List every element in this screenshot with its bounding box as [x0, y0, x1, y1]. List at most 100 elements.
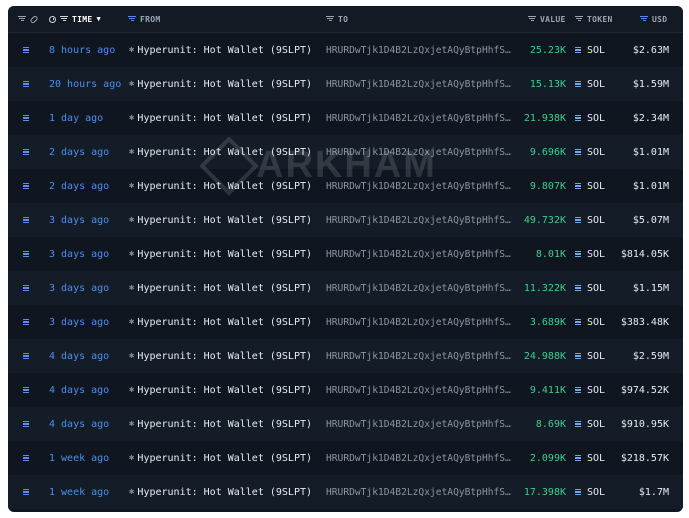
to-address[interactable]: HRURDwTjk1D4B2LzQxjetAQyBtpHhfS… — [326, 373, 511, 407]
table-row[interactable]: 1 week ago ✱ Hyperunit: Hot Wallet (9SLPT)… — [8, 475, 683, 509]
filter-icon[interactable] — [128, 16, 136, 22]
tx-time-link[interactable]: 4 days ago — [49, 373, 109, 407]
table-row[interactable]: 4 days ago ✱ Hyperunit: Hot Wallet (9SLPT)… — [8, 407, 683, 441]
column-to[interactable]: TO — [326, 6, 348, 32]
token-cell[interactable]: SOL — [575, 305, 605, 339]
tx-details-icon[interactable] — [23, 33, 29, 67]
table-row[interactable]: 3 days ago ✱ Hyperunit: Hot Wallet (9SLPT)… — [8, 305, 683, 339]
table-row[interactable]: 4 days ago ✱ Hyperunit: Hot Wallet (9SLPT)… — [8, 373, 683, 407]
tx-time-link[interactable]: 4 days ago — [49, 407, 109, 441]
table-row[interactable]: 3 days ago ✱ Hyperunit: Hot Wallet (9SLPT)… — [8, 237, 683, 271]
from-entity[interactable]: ✱ Hyperunit: Hot Wallet (9SLPT) — [129, 373, 312, 407]
sol-token-icon — [575, 421, 581, 427]
token-cell[interactable]: SOL — [575, 169, 605, 203]
tx-details-icon[interactable] — [23, 271, 29, 305]
column-from[interactable]: FROM — [128, 6, 160, 32]
from-entity[interactable]: ✱ Hyperunit: Hot Wallet (9SLPT) — [129, 169, 312, 203]
tx-time-link[interactable]: 1 week ago — [49, 475, 109, 509]
to-address[interactable]: HRURDwTjk1D4B2LzQxjetAQyBtpHhfS… — [326, 67, 511, 101]
token-cell[interactable]: SOL — [575, 407, 605, 441]
to-address[interactable]: HRURDwTjk1D4B2LzQxjetAQyBtpHhfS… — [326, 271, 511, 305]
column-usd[interactable]: USD — [640, 6, 667, 32]
tx-details-icon[interactable] — [23, 203, 29, 237]
table-row[interactable]: 1 week ago ✱ Hyperunit: Hot Wallet (9SLPT)… — [8, 441, 683, 475]
chevron-down-icon[interactable]: ▼ — [96, 15, 101, 23]
table-row[interactable]: 2 days ago ✱ Hyperunit: Hot Wallet (9SLPT)… — [8, 135, 683, 169]
tx-details-icon[interactable] — [23, 407, 29, 441]
filter-icon[interactable] — [18, 16, 26, 22]
tx-time-link[interactable]: 3 days ago — [49, 271, 109, 305]
token-cell[interactable]: SOL — [575, 475, 605, 509]
tx-time-link[interactable]: 1 day ago — [49, 101, 103, 135]
table-row[interactable]: 3 days ago ✱ Hyperunit: Hot Wallet (9SLPT)… — [8, 271, 683, 305]
column-value[interactable]: VALUE — [528, 6, 566, 32]
from-entity[interactable]: ✱ Hyperunit: Hot Wallet (9SLPT) — [129, 203, 312, 237]
column-token[interactable]: TOKEN — [575, 6, 613, 32]
tx-details-icon[interactable] — [23, 237, 29, 271]
tx-time-link[interactable]: 2 days ago — [49, 135, 109, 169]
token-cell[interactable]: SOL — [575, 135, 605, 169]
token-cell[interactable]: SOL — [575, 101, 605, 135]
tx-details-icon[interactable] — [23, 305, 29, 339]
from-entity[interactable]: ✱ Hyperunit: Hot Wallet (9SLPT) — [129, 441, 312, 475]
tx-details-icon[interactable] — [23, 169, 29, 203]
to-address[interactable]: HRURDwTjk1D4B2LzQxjetAQyBtpHhfS… — [326, 33, 511, 67]
to-address[interactable]: HRURDwTjk1D4B2LzQxjetAQyBtpHhfS… — [326, 441, 511, 475]
token-cell[interactable]: SOL — [575, 237, 605, 271]
token-cell[interactable]: SOL — [575, 67, 605, 101]
from-entity[interactable]: ✱ Hyperunit: Hot Wallet (9SLPT) — [129, 237, 312, 271]
filter-icon[interactable] — [528, 16, 536, 22]
table-row[interactable]: 2 days ago ✱ Hyperunit: Hot Wallet (9SLPT)… — [8, 169, 683, 203]
tx-time-link[interactable]: 8 hours ago — [49, 33, 115, 67]
tx-details-icon[interactable] — [23, 441, 29, 475]
from-entity[interactable]: ✱ Hyperunit: Hot Wallet (9SLPT) — [129, 339, 312, 373]
tx-time-link[interactable]: 1 week ago — [49, 441, 109, 475]
to-address[interactable]: HRURDwTjk1D4B2LzQxjetAQyBtpHhfS… — [326, 203, 511, 237]
table-row[interactable]: 4 days ago ✱ Hyperunit: Hot Wallet (9SLPT)… — [8, 339, 683, 373]
token-cell[interactable]: SOL — [575, 373, 605, 407]
token-cell[interactable]: SOL — [575, 339, 605, 373]
tx-time-link[interactable]: 3 days ago — [49, 237, 109, 271]
from-entity[interactable]: ✱ Hyperunit: Hot Wallet (9SLPT) — [129, 305, 312, 339]
from-entity[interactable]: ✱ Hyperunit: Hot Wallet (9SLPT) — [129, 101, 312, 135]
token-cell[interactable]: SOL — [575, 33, 605, 67]
to-address[interactable]: HRURDwTjk1D4B2LzQxjetAQyBtpHhfS… — [326, 169, 511, 203]
table-row[interactable]: 20 hours ago ✱ Hyperunit: Hot Wallet (9SLP… — [8, 67, 683, 101]
to-address[interactable]: HRURDwTjk1D4B2LzQxjetAQyBtpHhfS… — [326, 475, 511, 509]
tx-time-link[interactable]: 2 days ago — [49, 169, 109, 203]
from-entity[interactable]: ✱ Hyperunit: Hot Wallet (9SLPT) — [129, 33, 312, 67]
filter-icon[interactable] — [60, 16, 68, 22]
tx-details-icon[interactable] — [23, 67, 29, 101]
from-entity[interactable]: ✱ Hyperunit: Hot Wallet (9SLPT) — [129, 67, 312, 101]
tx-time-link[interactable]: 20 hours ago — [49, 67, 121, 101]
from-entity[interactable]: ✱ Hyperunit: Hot Wallet (9SLPT) — [129, 271, 312, 305]
tx-time-link[interactable]: 3 days ago — [49, 203, 109, 237]
tx-details-icon[interactable] — [23, 101, 29, 135]
from-entity[interactable]: ✱ Hyperunit: Hot Wallet (9SLPT) — [129, 135, 312, 169]
from-entity[interactable]: ✱ Hyperunit: Hot Wallet (9SLPT) — [129, 475, 312, 509]
token-cell[interactable]: SOL — [575, 441, 605, 475]
to-address[interactable]: HRURDwTjk1D4B2LzQxjetAQyBtpHhfS… — [326, 407, 511, 441]
token-cell[interactable]: SOL — [575, 271, 605, 305]
tx-details-icon[interactable] — [23, 373, 29, 407]
tx-details-icon[interactable] — [23, 475, 29, 509]
to-address[interactable]: HRURDwTjk1D4B2LzQxjetAQyBtpHhfS… — [326, 237, 511, 271]
table-row[interactable]: 1 day ago ✱ Hyperunit: Hot Wallet (9SLPT) H… — [8, 101, 683, 135]
tx-time-link[interactable]: 4 days ago — [49, 339, 109, 373]
filter-icon[interactable] — [326, 16, 334, 22]
tx-details-icon[interactable] — [23, 339, 29, 373]
filter-icon[interactable] — [640, 16, 648, 22]
tx-time-link[interactable]: 3 days ago — [49, 305, 109, 339]
from-entity[interactable]: ✱ Hyperunit: Hot Wallet (9SLPT) — [129, 407, 312, 441]
table-row[interactable]: 3 days ago ✱ Hyperunit: Hot Wallet (9SLPT)… — [8, 203, 683, 237]
column-time[interactable]: TIME ▼ — [49, 6, 101, 32]
tx-details-icon[interactable] — [23, 135, 29, 169]
token-cell[interactable]: SOL — [575, 203, 605, 237]
table-row[interactable]: 8 hours ago ✱ Hyperunit: Hot Wallet (9SLPT… — [8, 33, 683, 67]
to-address[interactable]: HRURDwTjk1D4B2LzQxjetAQyBtpHhfS… — [326, 135, 511, 169]
to-address[interactable]: HRURDwTjk1D4B2LzQxjetAQyBtpHhfS… — [326, 339, 511, 373]
to-address[interactable]: HRURDwTjk1D4B2LzQxjetAQyBtpHhfS… — [326, 305, 511, 339]
to-address[interactable]: HRURDwTjk1D4B2LzQxjetAQyBtpHhfS… — [326, 101, 511, 135]
link-icon[interactable] — [29, 14, 39, 24]
filter-icon[interactable] — [575, 16, 583, 22]
